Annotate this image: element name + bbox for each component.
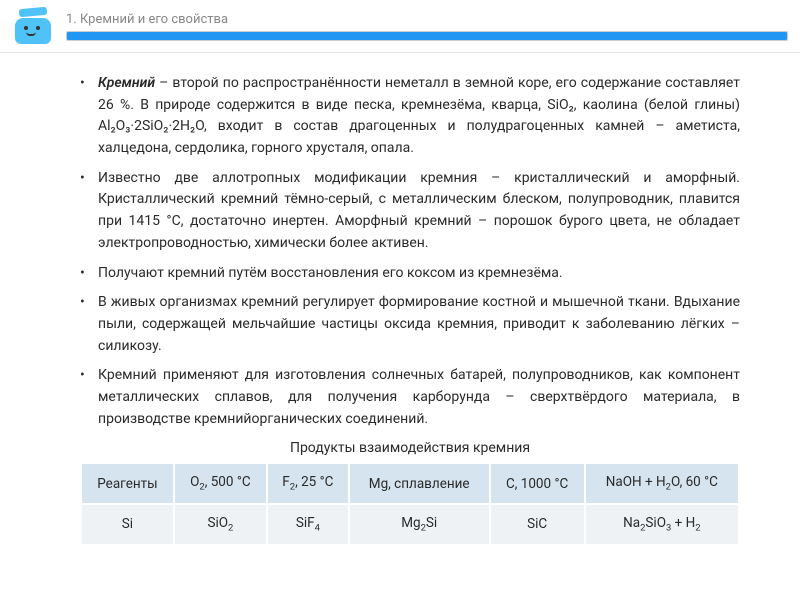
- progress-section: 1. Кремний и его свойства: [66, 12, 788, 41]
- list-item: В живых организмах кремний регулирует фо…: [80, 292, 740, 357]
- table-cell: SiO2: [174, 504, 267, 545]
- list-item: Кремний применяют для изготовления солне…: [80, 365, 740, 430]
- logo-icon: [12, 8, 54, 44]
- table-cell: SiF4: [267, 504, 349, 545]
- table-cell: SiC: [490, 504, 585, 545]
- list-item-text: – второй по распространённости неметалл …: [98, 75, 740, 156]
- list-item: Известно две аллотропных модификации кре…: [80, 168, 740, 255]
- table-cell: Na2SiO3 + H2: [585, 504, 739, 545]
- table-header: C, 1000 °C: [490, 463, 585, 504]
- table-cell: Si: [81, 504, 174, 545]
- table-header: F2, 25 °C: [267, 463, 349, 504]
- list-item-text: Известно две аллотропных модификации кре…: [98, 170, 740, 251]
- table-cell: Mg2Si: [349, 504, 490, 545]
- content-area: Кремний – второй по распространённости н…: [0, 53, 800, 556]
- list-item-text: Кремний применяют для изготовления солне…: [98, 367, 740, 426]
- table-header: Реа­генты: [81, 463, 174, 504]
- list-item-text: В живых организмах кремний регулирует фо…: [98, 294, 740, 353]
- list-item-text: Получают кремний путём восстановления ег…: [98, 265, 563, 281]
- table-header: NaOH + H2O, 60 °C: [585, 463, 739, 504]
- lesson-title: 1. Кремний и его свойства: [66, 12, 788, 27]
- progress-bar[interactable]: [66, 31, 788, 41]
- reactions-table: Реа­гентыO2, 500 °CF2, 25 °CMg, сплавлен…: [80, 462, 740, 545]
- lead-term: Кремний: [98, 75, 155, 91]
- progress-fill: [67, 32, 787, 40]
- list-item: Кремний – второй по распространённости н…: [80, 73, 740, 160]
- table-title: Продукты взаимодействия кремния: [80, 440, 740, 456]
- list-item: Получают кремний путём восстановления ег…: [80, 263, 740, 285]
- bullet-list: Кремний – второй по распространённости н…: [80, 73, 740, 430]
- table-header: O2, 500 °C: [174, 463, 267, 504]
- header-bar: 1. Кремний и его свойства: [0, 0, 800, 53]
- table-header: Mg, сплавление: [349, 463, 490, 504]
